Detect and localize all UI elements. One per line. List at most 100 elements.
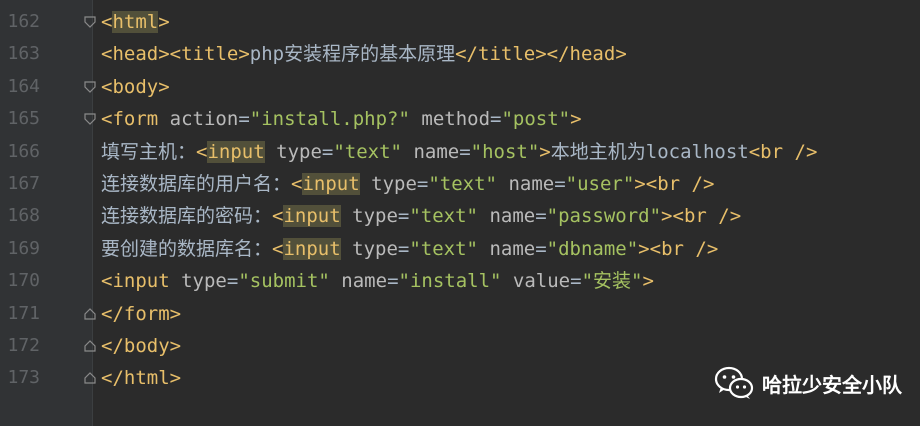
code-token: input [302, 173, 360, 195]
code-token: /> [695, 237, 719, 260]
code-token: = [238, 108, 250, 131]
code-token: body [112, 75, 159, 98]
fold-open-icon[interactable] [83, 80, 97, 94]
code-text: <head><title>php安装程序的基本原理</title></head> [101, 38, 627, 70]
code-line[interactable]: 171 </form> [0, 298, 920, 330]
code-token: = [226, 270, 239, 293]
code-line[interactable]: 169 要创建的数据库名：<input type="text" name="dbn… [0, 233, 920, 265]
line-number: 173 [7, 367, 40, 389]
code-line[interactable]: 163 <head><title>php安装程序的基本原理</title></he… [0, 38, 920, 70]
code-token: = [459, 140, 471, 163]
code-token: form [123, 302, 170, 325]
code-token: type [352, 237, 398, 260]
code-token: > [634, 173, 646, 195]
code-line[interactable]: 164 <body> [0, 71, 920, 103]
code-token: head [569, 43, 616, 66]
code-token: "text" [409, 237, 478, 260]
code-token: < [101, 11, 113, 33]
code-token: > [615, 43, 627, 66]
code-token: br [657, 173, 681, 195]
code-token: "dbname" [546, 237, 639, 260]
watermark: 哈拉少安全小队 [714, 366, 902, 400]
line-number: 166 [7, 140, 40, 162]
code-token: method [421, 108, 491, 131]
code-token: type [352, 205, 398, 228]
code-token: > [169, 335, 182, 357]
code-token: < [101, 270, 113, 293]
code-text: 要创建的数据库名：<input type="text" name="dbname… [101, 233, 718, 265]
line-number: 164 [7, 75, 40, 97]
fold-close-icon[interactable] [83, 339, 97, 353]
code-token: "text" [409, 205, 478, 228]
line-number: 169 [7, 237, 40, 259]
code-token: br [683, 205, 707, 228]
fold-close-icon[interactable] [83, 371, 97, 385]
line-number: 171 [7, 302, 40, 324]
code-token: type [371, 173, 417, 195]
code-token: < [196, 140, 208, 163]
code-token: < [645, 173, 658, 195]
code-token: < [649, 237, 662, 260]
code-token: 本地主机为localhost [550, 140, 749, 163]
code-token: "password" [546, 205, 662, 228]
code-line[interactable]: 166 填写主机：<input type="text" name="host">本… [0, 136, 920, 168]
code-text: <input type="submit" name="install" valu… [101, 265, 654, 297]
watermark-text: 哈拉少安全小队 [762, 372, 902, 397]
code-token: type [181, 270, 227, 293]
code-token: body [123, 335, 170, 357]
code-text: <body> [101, 71, 170, 103]
code-token: = [570, 270, 582, 293]
code-line[interactable]: 167 连接数据库的用户名：<input type="text" name="us… [0, 168, 920, 200]
code-token: "install" [398, 270, 502, 293]
code-token: /> [691, 173, 715, 195]
code-token: > [642, 270, 654, 293]
code-token: > [238, 43, 250, 66]
fold-open-icon[interactable] [83, 112, 97, 126]
code-token: < [272, 237, 284, 260]
code-token: < [101, 108, 113, 131]
code-token: > [661, 205, 673, 228]
code-token: > [169, 367, 182, 390]
code-token: < [291, 173, 303, 195]
line-number: 172 [7, 335, 40, 356]
code-line[interactable]: 168 连接数据库的密码：<input type="text" name="pas… [0, 200, 920, 232]
code-token: "text" [428, 173, 497, 195]
code-token: < [672, 205, 684, 228]
code-token: = [535, 205, 547, 228]
code-token: action [169, 108, 239, 131]
code-token: = [554, 173, 566, 195]
fold-open-icon[interactable] [83, 15, 97, 29]
code-token: br [760, 140, 784, 163]
code-token: name [413, 140, 460, 163]
wechat-icon [714, 366, 754, 399]
code-token: "host" [470, 140, 540, 163]
code-token: input [112, 270, 170, 293]
code-token: 连接数据库的密码： [101, 205, 273, 228]
code-token: "user" [565, 173, 635, 195]
code-text: </html> [101, 362, 181, 394]
code-token: input [207, 140, 265, 163]
code-line[interactable]: 170 <input type="submit" name="install" v… [0, 265, 920, 297]
code-token: </ [101, 302, 124, 325]
code-token: = [416, 173, 429, 195]
fold-close-icon[interactable] [83, 307, 97, 321]
code-token: /> [718, 205, 742, 228]
code-token: < [272, 205, 284, 228]
code-text: </body> [101, 330, 181, 362]
code-line[interactable]: 172 </body> [0, 330, 920, 362]
code-line[interactable]: 165 <form action="install.php?" method="p… [0, 103, 920, 135]
code-line[interactable]: 162 <html> [0, 6, 920, 38]
code-token: name [508, 173, 555, 195]
